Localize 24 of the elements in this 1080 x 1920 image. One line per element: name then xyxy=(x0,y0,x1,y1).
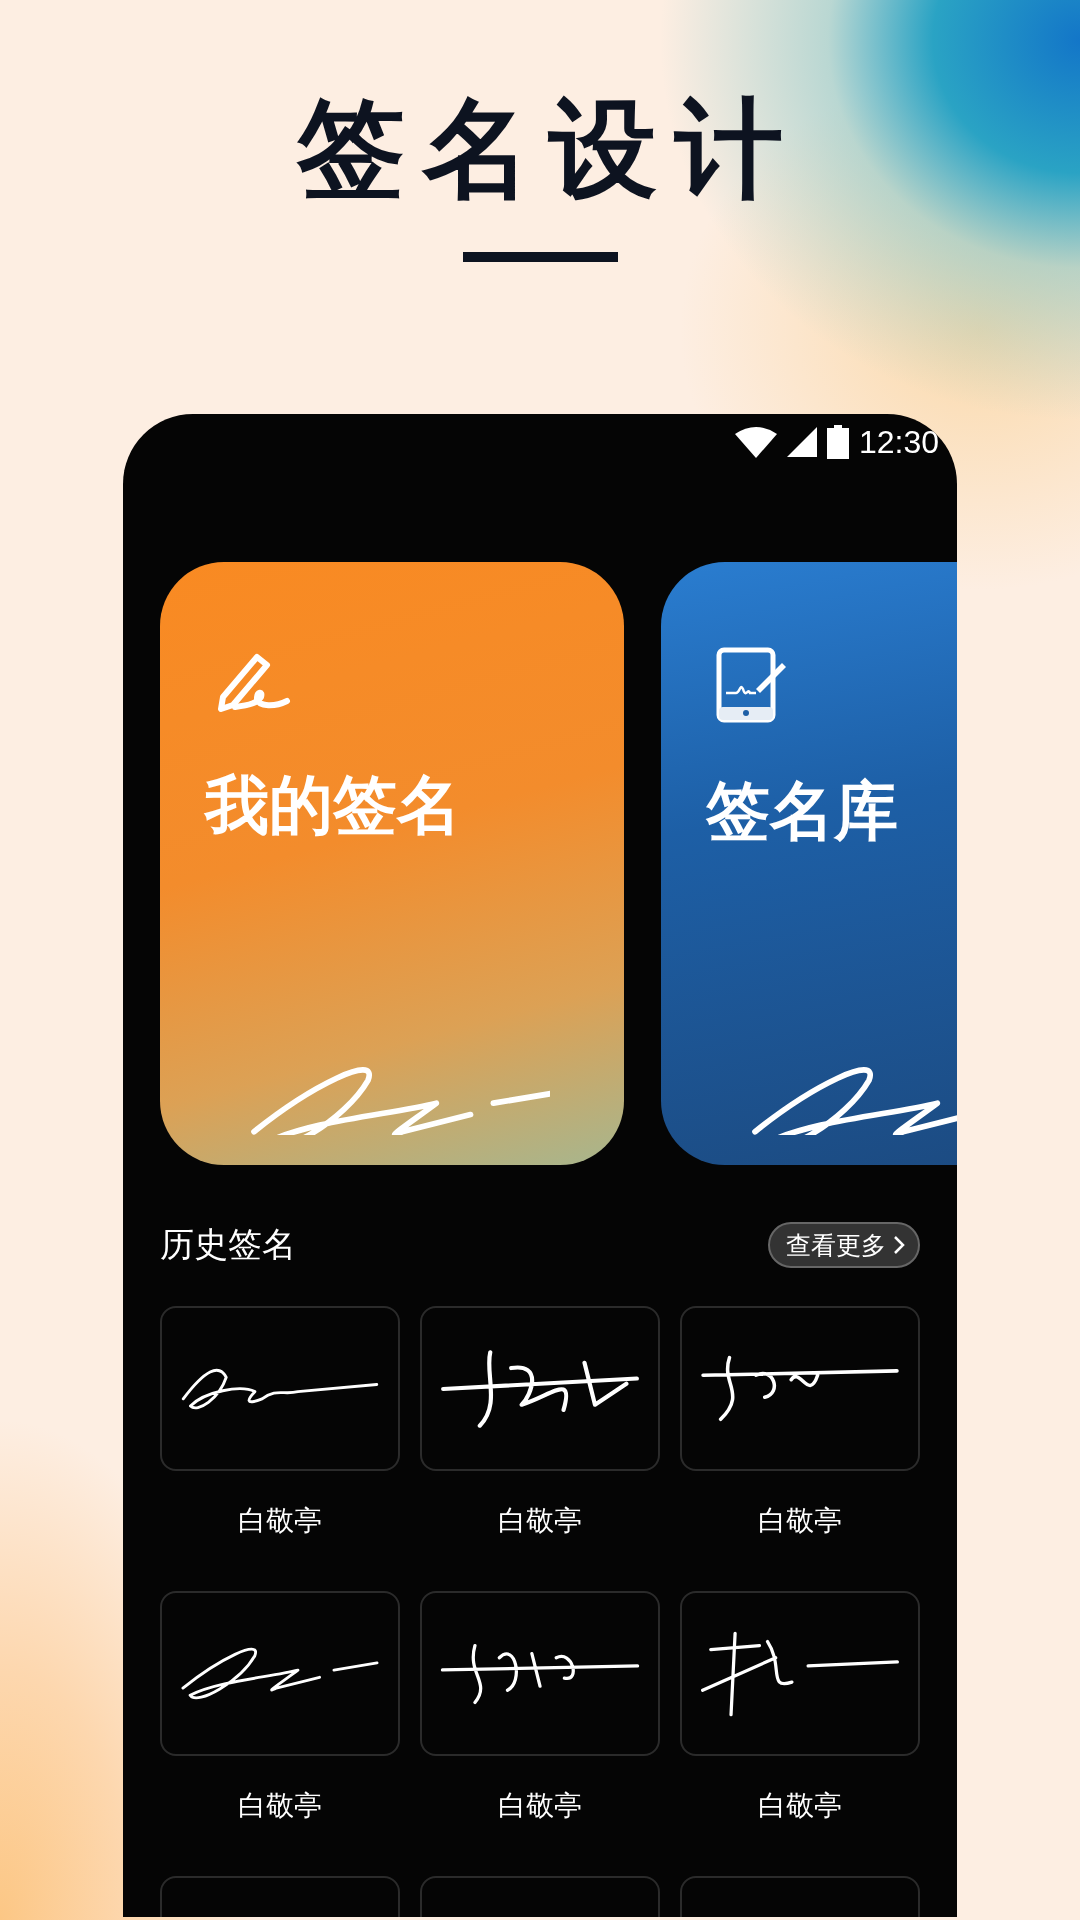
signature-tile[interactable] xyxy=(680,1591,920,1756)
card-title: 我的签名 xyxy=(205,767,462,844)
signature-name: 白敬亭 xyxy=(498,1503,582,1539)
status-time: 12:30 xyxy=(858,423,939,461)
card-title: 签名库 xyxy=(706,773,899,850)
section-title: 历史签名 xyxy=(160,1223,296,1266)
signature-tile[interactable] xyxy=(420,1306,660,1471)
signature-tile[interactable] xyxy=(680,1306,920,1471)
signature-name: 白敬亭 xyxy=(758,1503,842,1539)
signature-name: 白敬亭 xyxy=(498,1788,582,1824)
signature-name: 白敬亭 xyxy=(758,1788,842,1824)
signature-name: 白敬亭 xyxy=(238,1503,322,1539)
chevron-icon xyxy=(892,1234,906,1256)
headline: 签名设计 xyxy=(295,85,801,213)
see-more-button[interactable]: 查看更多 xyxy=(768,1222,920,1268)
signature-tile[interactable] xyxy=(160,1306,400,1471)
signature-name: 白敬亭 xyxy=(238,1788,322,1824)
tablet-signature-icon xyxy=(716,647,788,723)
signature-tile[interactable] xyxy=(160,1591,400,1756)
wifi-icon xyxy=(734,426,777,458)
signal-icon xyxy=(786,427,817,457)
signature-tile[interactable] xyxy=(420,1591,660,1756)
feature-card[interactable]: 签名库 xyxy=(661,562,957,1165)
battery-icon xyxy=(826,425,849,459)
